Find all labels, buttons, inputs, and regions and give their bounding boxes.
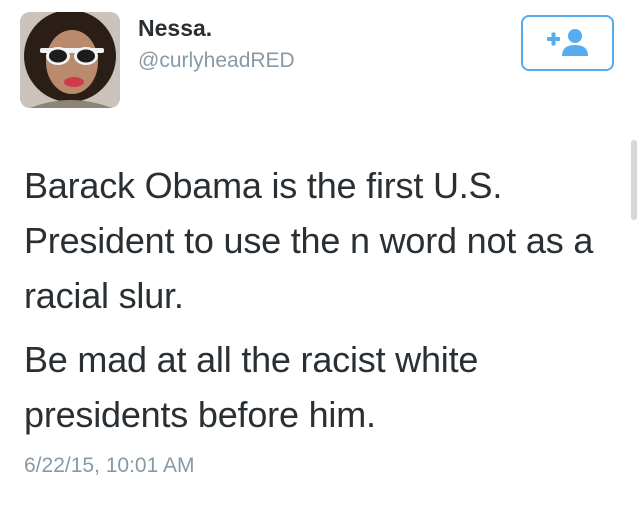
author-display-name[interactable]: Nessa. — [138, 14, 212, 42]
tweet-paragraph: Be mad at all the racist white president… — [24, 339, 479, 435]
avatar-photo — [20, 12, 120, 108]
author-handle[interactable]: @curlyheadRED — [138, 48, 295, 74]
tweet-paragraph: Barack Obama is the first U.S. President… — [24, 165, 594, 316]
tweet-card: Nessa. @curlyheadRED Barack Obama is the… — [0, 0, 640, 505]
avatar[interactable] — [20, 12, 120, 108]
follow-button[interactable] — [521, 15, 614, 71]
add-user-icon — [546, 29, 588, 56]
tweet-text: Barack Obama is the first U.S. President… — [24, 158, 614, 442]
tweet-timestamp[interactable]: 6/22/15, 10:01 AM — [24, 452, 194, 480]
scrollbar[interactable] — [631, 140, 637, 220]
